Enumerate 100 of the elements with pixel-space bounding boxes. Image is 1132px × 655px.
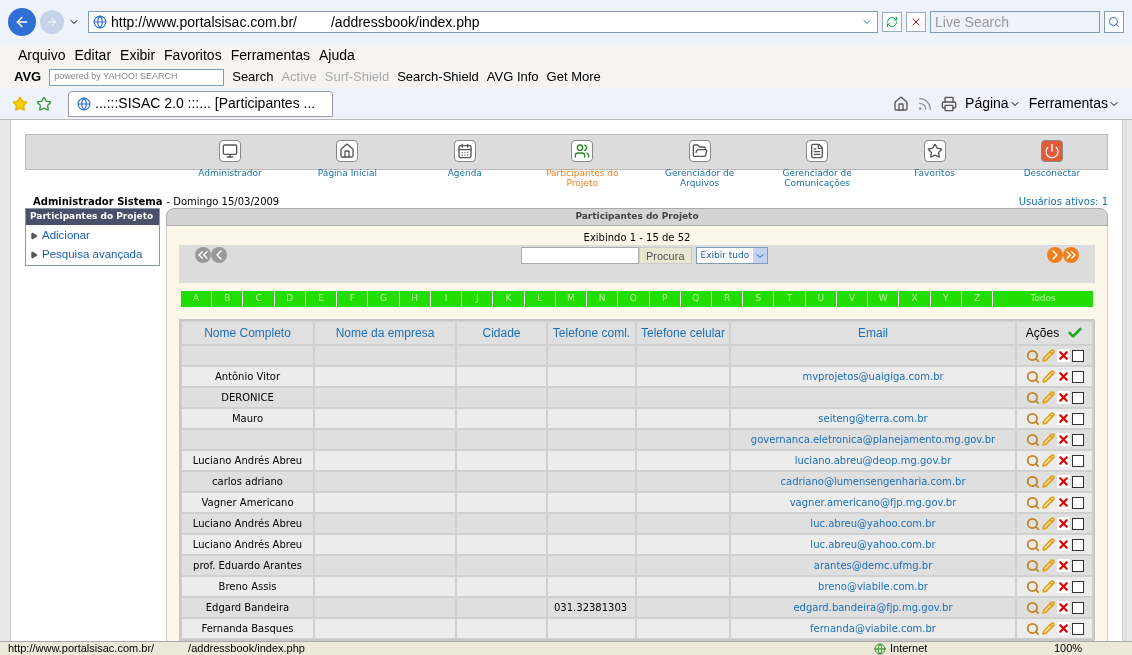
delete-icon[interactable] — [1056, 622, 1070, 635]
delete-icon[interactable] — [1056, 391, 1070, 404]
email-link[interactable]: luciano.abreu@deop.mg.gov.br — [794, 453, 952, 468]
view-icon[interactable] — [1025, 537, 1040, 552]
filter-select[interactable]: Exibir tudo — [695, 247, 769, 264]
view-icon[interactable] — [1025, 453, 1040, 468]
row-checkbox[interactable] — [1071, 580, 1084, 593]
view-icon[interactable] — [1025, 390, 1040, 405]
delete-icon[interactable] — [1056, 370, 1070, 383]
row-checkbox[interactable] — [1071, 475, 1084, 488]
row-checkbox[interactable] — [1071, 559, 1084, 572]
refresh-button[interactable] — [882, 12, 902, 32]
toolbar-button[interactable]: Search — [232, 67, 274, 87]
back-button[interactable] — [8, 8, 36, 36]
menu-item[interactable]: Arquivo — [18, 44, 66, 66]
row-checkbox[interactable] — [1071, 412, 1084, 425]
delete-icon[interactable] — [1056, 580, 1070, 593]
command-button[interactable]: Página — [965, 93, 1009, 114]
delete-icon[interactable] — [1056, 517, 1070, 530]
add-favorite-icon[interactable] — [36, 95, 52, 112]
email-link[interactable]: arantes@demc.ufmg.br — [813, 558, 933, 573]
menu-item[interactable]: Editar — [74, 44, 112, 66]
view-icon[interactable] — [1025, 348, 1040, 363]
page-icon — [77, 96, 91, 111]
view-icon[interactable] — [1025, 474, 1040, 489]
row-checkbox[interactable] — [1071, 454, 1084, 467]
toolbar-button[interactable]: Search-Shield — [397, 67, 479, 87]
address-field[interactable]: http://www.portalsisac.com.br/ /addressbook/index.php — [88, 11, 878, 33]
email-link[interactable]: edgard.bandeira@fjp.mg.gov.br — [793, 600, 953, 615]
favorites-icon[interactable] — [12, 95, 28, 112]
row-checkbox[interactable] — [1071, 538, 1084, 551]
sidebar-link[interactable]: Pesquisa avançada — [26, 246, 159, 264]
view-icon[interactable] — [1025, 411, 1040, 426]
menu-item[interactable]: Ajuda — [319, 44, 355, 66]
next-page-icon[interactable] — [1047, 247, 1063, 263]
nav-item[interactable]: Página Inicial — [297, 134, 398, 188]
search-field[interactable] — [521, 247, 639, 264]
nav-item[interactable]: Agenda — [414, 134, 515, 188]
previous-page-icon[interactable] — [211, 247, 227, 263]
zoom-label[interactable]: 100% — [1054, 640, 1124, 655]
view-icon[interactable] — [1025, 516, 1040, 531]
email-link[interactable]: seiteng@terra.com.br — [818, 411, 928, 426]
row-checkbox[interactable] — [1071, 496, 1084, 509]
email-link[interactable]: luc.abreu@yahoo.com.br — [810, 516, 936, 531]
feed-icon[interactable] — [917, 95, 934, 112]
printer-icon[interactable] — [941, 95, 958, 112]
email-link[interactable]: breno@viabile.com.br — [818, 579, 928, 594]
delete-icon[interactable] — [1056, 559, 1070, 572]
delete-icon[interactable] — [1056, 538, 1070, 551]
view-icon[interactable] — [1025, 621, 1040, 636]
toolbar-button[interactable]: AVG Info — [486, 67, 539, 87]
row-checkbox[interactable] — [1071, 370, 1084, 383]
nav-item[interactable]: Gerenciador de Comunicações — [767, 134, 868, 188]
row-checkbox[interactable] — [1071, 622, 1084, 635]
email-link[interactable]: governanca.eletronica@planejamento.mg.gov.br — [750, 432, 996, 447]
view-icon[interactable] — [1025, 558, 1040, 573]
row-checkbox[interactable] — [1071, 601, 1084, 614]
delete-icon[interactable] — [1056, 496, 1070, 509]
email-link[interactable]: cadriano@lumensengenharia.com.br — [780, 474, 966, 489]
nav-item[interactable]: Participantes do Projeto — [532, 134, 633, 188]
nav-item[interactable]: Favoritos — [884, 134, 985, 188]
search-field[interactable]: Live Search — [930, 11, 1100, 33]
email-link[interactable]: vagner.americano@fjp.mg.gov.br — [789, 495, 957, 510]
view-icon[interactable] — [1025, 579, 1040, 594]
browser-tab[interactable]: ...:::SISAC 2.0 :::... [Participantes ... — [68, 90, 333, 117]
delete-icon[interactable] — [1056, 475, 1070, 488]
toolbar-button[interactable]: Get More — [546, 67, 601, 87]
email-link[interactable]: fernanda@viabile.com.br — [810, 621, 936, 636]
last-page-icon[interactable] — [1063, 247, 1079, 263]
first-page-icon[interactable] — [195, 247, 211, 263]
find-button[interactable]: Procura — [639, 247, 692, 264]
delete-icon[interactable] — [1056, 601, 1070, 614]
view-icon[interactable] — [1025, 369, 1040, 384]
view-icon[interactable] — [1025, 600, 1040, 615]
row-checkbox[interactable] — [1071, 391, 1084, 404]
status-text: http://www.portalsisac.com.br/ — [8, 641, 155, 655]
home-icon[interactable] — [893, 95, 910, 112]
view-icon[interactable] — [1025, 432, 1040, 447]
nav-item[interactable]: Administrador — [180, 134, 280, 188]
delete-icon[interactable] — [1056, 433, 1070, 446]
menu-item[interactable]: Favoritos — [164, 44, 222, 66]
menu-item[interactable]: Ferramentas — [230, 44, 310, 66]
stop-button[interactable] — [906, 12, 926, 32]
delete-icon[interactable] — [1056, 412, 1070, 425]
email-link[interactable]: mvprojetos@uaigiga.com.br — [802, 369, 944, 384]
delete-icon[interactable] — [1056, 349, 1070, 362]
search-button[interactable] — [1104, 11, 1124, 33]
toolbar-search-field[interactable]: powered by YAHOO! SEARCH — [49, 68, 225, 86]
delete-icon[interactable] — [1056, 454, 1070, 467]
sidebar-link[interactable]: Adicionar — [26, 227, 159, 245]
brand-label[interactable]: AVG — [14, 67, 42, 87]
command-button[interactable]: Ferramentas — [1028, 93, 1108, 114]
email-link[interactable]: luc.abreu@yahoo.com.br — [810, 537, 936, 552]
menu-item[interactable]: Exibir — [120, 44, 156, 66]
row-checkbox[interactable] — [1071, 349, 1084, 362]
nav-item[interactable]: Desconectar — [1001, 134, 1102, 188]
row-checkbox[interactable] — [1071, 517, 1084, 530]
nav-item[interactable]: Gerenciador de Arquivos — [649, 134, 750, 188]
view-icon[interactable] — [1025, 495, 1040, 510]
row-checkbox[interactable] — [1071, 433, 1084, 446]
